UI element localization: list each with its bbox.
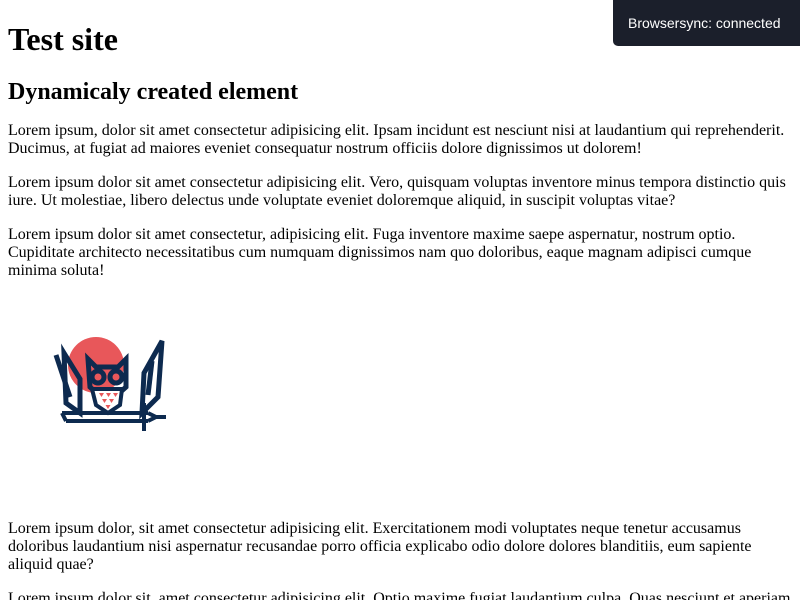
paragraph: Lorem ipsum dolor sit, amet consectetur …	[8, 590, 791, 600]
paragraph: Lorem ipsum, dolor sit amet consectetur …	[8, 122, 785, 157]
page-subtitle: Dynamicaly created element	[8, 79, 299, 105]
logo-container	[8, 280, 792, 520]
page-content: Test site Dynamicaly created element Lor…	[8, 0, 792, 600]
paragraph: Lorem ipsum dolor sit amet consectetur a…	[8, 174, 786, 209]
owl-sword-icon	[53, 337, 166, 431]
browsersync-notification: Browsersync: connected	[613, 0, 800, 46]
paragraph: Lorem ipsum dolor sit amet consectetur, …	[8, 226, 752, 279]
paragraph: Lorem ipsum dolor, sit amet consectetur …	[8, 520, 752, 573]
